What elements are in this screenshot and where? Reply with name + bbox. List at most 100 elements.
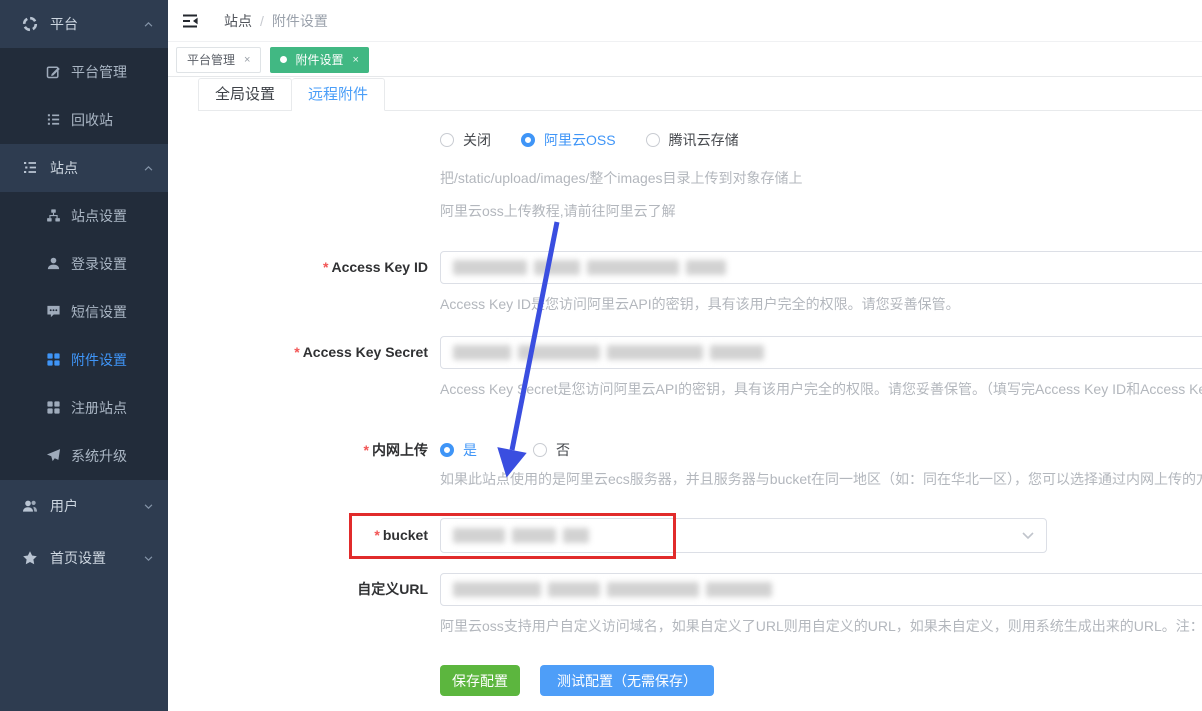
sidebar-item-system-upgrade[interactable]: 系统升级 xyxy=(0,432,168,480)
radio-no[interactable]: 否 xyxy=(533,440,570,460)
close-icon[interactable]: × xyxy=(352,54,358,66)
access-key-secret-row: *Access Key Secret Access Key Secret是您访问… xyxy=(168,336,1202,399)
required-mark: * xyxy=(294,344,299,360)
platform-icon xyxy=(22,16,38,32)
sidebar-item-label: 短信设置 xyxy=(71,302,127,322)
intranet-upload-help: 如果此站点使用的是阿里云ecs服务器，并且服务器与bucket在同一地区（如：同… xyxy=(440,469,1202,489)
tab-attachment-settings-active[interactable]: 附件设置 × xyxy=(270,47,368,73)
custom-url-input[interactable] xyxy=(440,573,1202,606)
edit-icon xyxy=(46,64,62,80)
storage-type-row: 关闭 阿里云OSS 腾讯云存储 把/static/upload/images/整… xyxy=(168,130,1202,221)
sidebar-section-label: 平台 xyxy=(50,14,78,34)
redacted-value xyxy=(453,345,764,360)
sidebar-item-attachment-settings[interactable]: 附件设置 xyxy=(0,336,168,384)
radio-aliyun-oss-selected[interactable]: 阿里云OSS xyxy=(521,130,616,150)
tab-label: 附件设置 xyxy=(295,51,343,68)
paper-plane-icon xyxy=(46,448,62,464)
star-icon xyxy=(22,550,38,566)
remote-attachment-form: 关闭 阿里云OSS 腾讯云存储 把/static/upload/images/整… xyxy=(168,111,1202,696)
sidebar-item-register-site[interactable]: 注册站点 xyxy=(0,384,168,432)
intranet-upload-radio-group: 是 否 xyxy=(440,440,1202,460)
sidebar-item-site-settings[interactable]: 站点设置 xyxy=(0,192,168,240)
redacted-value xyxy=(453,582,772,597)
intranet-upload-row: *内网上传 是 否 如果此站点使用的是阿里云ecs服务器，并且服务器与bucke… xyxy=(168,440,1202,489)
access-key-secret-label: *Access Key Secret xyxy=(168,336,440,399)
sidebar-section-users[interactable]: 用户 xyxy=(0,480,168,532)
bucket-select[interactable] xyxy=(440,518,1047,553)
save-config-button[interactable]: 保存配置 xyxy=(440,665,520,696)
list-icon xyxy=(46,112,62,128)
access-key-id-row: *Access Key ID Access Key ID是您访问阿里云API的密… xyxy=(168,251,1202,314)
sidebar-item-label: 附件设置 xyxy=(71,350,127,370)
test-config-button[interactable]: 测试配置（无需保存） xyxy=(540,665,714,696)
sidebar-item-label: 平台管理 xyxy=(71,62,127,82)
breadcrumb: 站点 / 附件设置 xyxy=(224,11,328,31)
sidebar-bottom-group: 用户 首页设置 xyxy=(0,480,168,584)
storage-help-2: 阿里云oss上传教程,请前往阿里云了解 xyxy=(440,201,1202,221)
storage-type-label xyxy=(168,130,440,221)
sidebar-section-label: 首页设置 xyxy=(50,548,106,568)
sidebar-item-sms-settings[interactable]: 短信设置 xyxy=(0,288,168,336)
storage-type-radio-group: 关闭 阿里云OSS 腾讯云存储 xyxy=(440,130,1202,150)
sitemap-icon xyxy=(46,208,62,224)
tab-label: 平台管理 xyxy=(187,51,235,68)
user-icon xyxy=(46,256,62,272)
sidebar-item-label: 站点设置 xyxy=(71,206,127,226)
access-key-secret-help: Access Key Secret是您访问阿里云API的密钥，具有该用户完全的权… xyxy=(440,379,1202,399)
radio-close[interactable]: 关闭 xyxy=(440,130,491,150)
radio-label: 腾讯云存储 xyxy=(669,130,739,150)
sidebar-section-platform[interactable]: 平台 xyxy=(0,0,168,48)
radio-circle-icon xyxy=(440,443,454,457)
collapse-sidebar-icon[interactable] xyxy=(182,13,202,29)
users-icon xyxy=(22,498,38,514)
access-key-id-label: *Access Key ID xyxy=(168,251,440,314)
action-buttons-row: 保存配置 测试配置（无需保存） xyxy=(168,665,1202,696)
breadcrumb-separator: / xyxy=(260,13,264,29)
breadcrumb-attachment-settings: 附件设置 xyxy=(272,11,328,31)
message-icon xyxy=(46,304,62,320)
access-key-id-help: Access Key ID是您访问阿里云API的密钥，具有该用户完全的权限。请您… xyxy=(440,294,1202,314)
grid-icon xyxy=(46,352,62,368)
sidebar-item-login-settings[interactable]: 登录设置 xyxy=(0,240,168,288)
custom-url-label: 自定义URL xyxy=(168,573,440,636)
top-header: 站点 / 附件设置 xyxy=(168,0,1202,42)
radio-label: 阿里云OSS xyxy=(544,130,616,150)
chevron-up-icon xyxy=(143,163,154,174)
sidebar-item-platform-manage[interactable]: 平台管理 xyxy=(0,48,168,96)
tab-global-settings[interactable]: 全局设置 xyxy=(198,78,292,111)
radio-circle-icon xyxy=(440,133,454,147)
site-list-icon xyxy=(22,160,38,176)
custom-url-help: 阿里云oss支持用户自定义访问域名，如果自定义了URL则用自定义的URL，如果未… xyxy=(440,616,1202,636)
sidebar-item-recycle-bin[interactable]: 回收站 xyxy=(0,96,168,144)
sidebar-item-label: 系统升级 xyxy=(71,446,127,466)
close-icon[interactable]: × xyxy=(244,54,250,66)
radio-yes-selected[interactable]: 是 xyxy=(440,440,477,460)
redacted-value xyxy=(453,260,726,275)
grid-icon xyxy=(46,400,62,416)
bucket-row: *bucket xyxy=(168,518,1202,553)
radio-label: 是 xyxy=(463,440,477,460)
redacted-value xyxy=(453,528,589,543)
sidebar-section-homepage-settings[interactable]: 首页设置 xyxy=(0,532,168,584)
main-content: 全局设置 远程附件 关闭 阿里云OSS 腾讯云存储 xyxy=(168,78,1202,711)
sidebar-section-label: 用户 xyxy=(50,496,78,516)
chevron-down-icon xyxy=(1022,532,1034,540)
chevron-down-icon xyxy=(143,501,154,512)
radio-label: 关闭 xyxy=(463,130,491,150)
chevron-up-icon xyxy=(143,19,154,30)
access-key-id-input[interactable] xyxy=(440,251,1202,284)
required-mark: * xyxy=(323,259,328,275)
sidebar-section-site[interactable]: 站点 xyxy=(0,144,168,192)
tab-remote-attachment[interactable]: 远程附件 xyxy=(292,78,385,111)
radio-tencent-cloud[interactable]: 腾讯云存储 xyxy=(646,130,739,150)
tab-platform-manage[interactable]: 平台管理 × xyxy=(176,47,261,73)
radio-circle-icon xyxy=(533,443,547,457)
custom-url-row: 自定义URL 阿里云oss支持用户自定义访问域名，如果自定义了URL则用自定义的… xyxy=(168,573,1202,636)
sidebar-item-label: 登录设置 xyxy=(71,254,127,274)
radio-circle-icon xyxy=(521,133,535,147)
sidebar-item-label: 注册站点 xyxy=(71,398,127,418)
storage-help-1: 把/static/upload/images/整个images目录上传到对象存储… xyxy=(440,168,1202,188)
access-key-secret-input[interactable] xyxy=(440,336,1202,369)
open-tabs-bar: 平台管理 × 附件设置 × xyxy=(168,43,1202,77)
breadcrumb-site[interactable]: 站点 xyxy=(224,11,252,31)
